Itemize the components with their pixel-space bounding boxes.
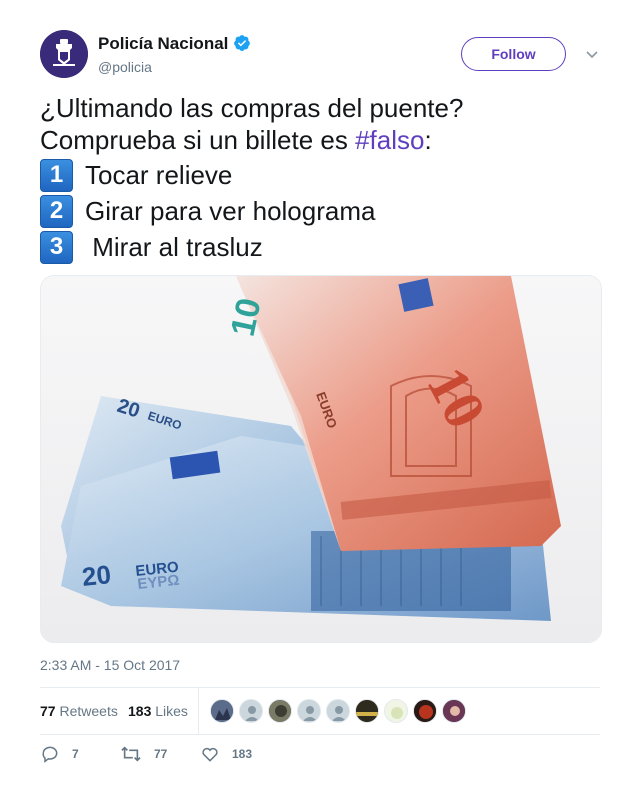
tweet-line-2-suffix: : [424,125,432,155]
reply-icon[interactable] [40,744,60,764]
default-user-icon [298,700,320,722]
liker-avatar[interactable] [297,699,321,723]
retweets-count: 77 [40,703,56,719]
retweets-stat[interactable]: 77 Retweets [40,703,118,719]
verified-badge-icon [234,35,251,51]
liker-avatar[interactable] [326,699,350,723]
retweets-label: Retweets [59,703,118,719]
banknotes-photo: 10 10 EURO 20 EURO 20 EURO ΕΥΡΩ [41,276,601,642]
default-user-icon [327,700,349,722]
liker-avatar[interactable] [239,699,263,723]
user-photo-icon [269,700,291,722]
step-1: 1 Tocar relieve [40,157,232,193]
banknote-10-denomination-small: 10 [224,295,269,340]
reply-count: 7 [72,747,79,761]
tweet-header: Policía Nacional @policia Follow [40,30,600,82]
step-2-text: Girar para ver holograma [85,195,376,226]
user-photo-icon [414,700,436,722]
handle[interactable]: @policia [98,59,152,75]
step-3-text: Mirar al trasluz [85,231,263,262]
retweet-icon[interactable] [120,744,142,764]
follow-button[interactable]: Follow [461,37,566,71]
liker-avatar[interactable] [268,699,292,723]
step-2: 2 Girar para ver holograma [40,193,375,229]
tweet-line-1: ¿Ultimando las compras del puente? [40,93,464,123]
chevron-down-icon[interactable] [584,46,600,62]
tweet-text: ¿Ultimando las compras del puente? Compr… [40,92,600,156]
liker-avatar[interactable] [210,699,234,723]
heart-icon[interactable] [200,744,220,764]
keycap-2-icon: 2 [40,194,73,228]
hashtag-link[interactable]: #falso [355,125,424,155]
like-count: 183 [232,747,253,761]
step-3: 3 Mirar al trasluz [40,229,263,265]
tweet-actions: 7 77 183 [40,744,600,768]
reply-action[interactable]: 7 [40,744,79,764]
retweet-action[interactable]: 77 [120,744,167,764]
liker-avatar[interactable] [355,699,379,723]
user-photo-icon [385,700,407,722]
retweet-count: 77 [154,747,168,761]
tweet-timestamp[interactable]: 2:33 AM - 15 Oct 2017 [40,657,180,673]
display-name[interactable]: Policía Nacional [98,34,251,54]
default-user-icon [240,700,262,722]
tweet-line-2-prefix: Comprueba si un billete es [40,125,356,155]
keycap-1-icon: 1 [40,158,73,192]
liker-avatar[interactable] [384,699,408,723]
user-photo-icon [356,700,378,722]
tweet-line-2: Comprueba si un billete es #falso: [40,124,600,156]
likes-stat[interactable]: 183 Likes [128,703,188,719]
keycap-3-icon: 3 [40,230,73,264]
user-photo-icon [211,700,233,722]
liker-avatars [210,699,471,723]
user-photo-icon [443,700,465,722]
avatar[interactable] [40,30,88,78]
tweet-stats: 77 Retweets 183 Likes [40,687,600,735]
likes-count: 183 [128,703,152,719]
display-name-text[interactable]: Policía Nacional [98,34,228,53]
police-badge-icon [40,30,88,78]
stats-divider [198,688,199,734]
liker-avatar[interactable] [442,699,466,723]
banknote-20-denomination: 20 [80,559,112,592]
liker-avatar[interactable] [413,699,437,723]
step-1-text: Tocar relieve [85,159,233,190]
likes-label: Likes [155,703,188,719]
tweet-media-photo[interactable]: 10 10 EURO 20 EURO 20 EURO ΕΥΡΩ [40,275,602,643]
like-action[interactable]: 183 [200,744,252,764]
